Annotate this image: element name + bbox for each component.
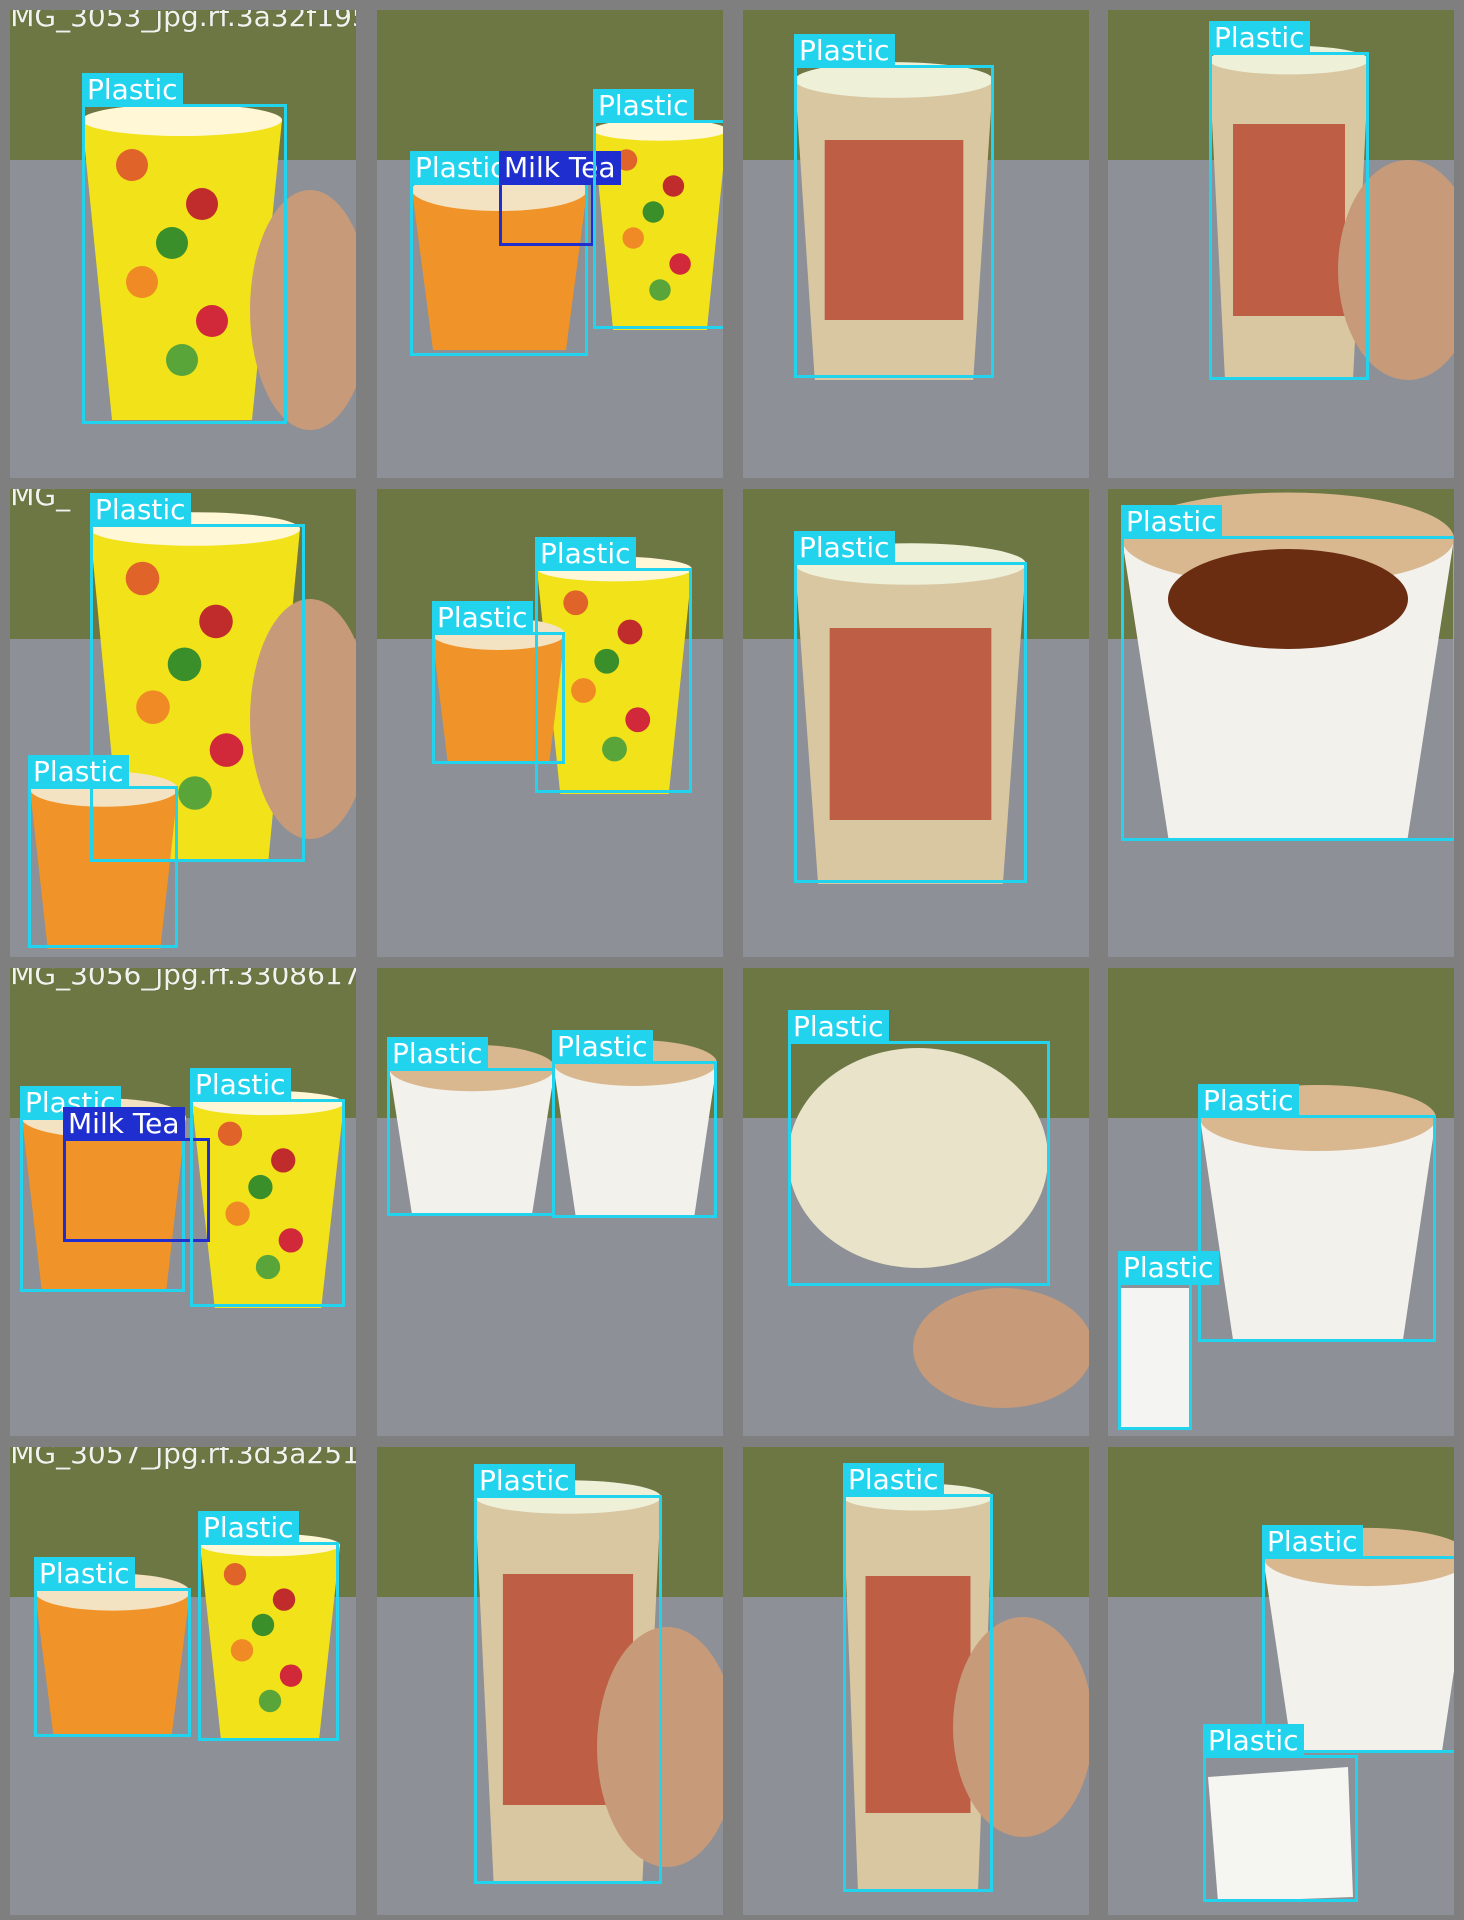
detection-label: Plastic <box>535 537 636 571</box>
detection-label: Plastic <box>474 1464 575 1498</box>
image-tile[interactable]: Plastic Milk Tea Plastic IMG_3056_jpg.rf.33… <box>10 968 356 1436</box>
detection-box: Milk Tea <box>63 1107 210 1242</box>
image-tile[interactable]: Plastic Milk Tea Plastic <box>377 10 723 478</box>
detection-grid: Plastic IMG_3053_jpg.rf.3a32f195b74873658… <box>0 0 1464 1920</box>
image-filename: IMG_3053_jpg.rf.3a32f195b74873658065920b… <box>10 10 356 33</box>
detection-label: Plastic <box>387 1037 488 1071</box>
detection-label: Plastic <box>1262 1525 1363 1559</box>
detection-box: Plastic <box>794 531 1027 883</box>
detection-label: Plastic <box>1121 505 1222 539</box>
detection-box: Plastic <box>1209 21 1369 380</box>
detection-box: Plastic <box>1203 1724 1358 1902</box>
detection-box: Plastic <box>788 1010 1050 1286</box>
detection-label: Plastic <box>1209 21 1310 55</box>
detection-box: Plastic <box>1198 1084 1436 1342</box>
detection-label: Plastic <box>28 755 129 789</box>
detection-box: Plastic <box>34 1557 191 1737</box>
detection-label: Milk Tea <box>63 1107 185 1141</box>
detection-box: Plastic <box>535 537 692 793</box>
image-tile[interactable]: Plastic <box>743 968 1089 1436</box>
detection-label: Plastic <box>34 1557 135 1591</box>
detection-label: Plastic <box>1118 1251 1219 1285</box>
image-tile[interactable]: Plastic <box>1108 10 1454 478</box>
image-tile[interactable]: Plastic Plastic <box>1108 1447 1454 1915</box>
image-tile[interactable]: Plastic Plastic <box>377 489 723 957</box>
detection-box: Plastic <box>198 1511 339 1741</box>
detection-label: Plastic <box>190 1068 291 1102</box>
image-tile[interactable]: Plastic <box>1108 489 1454 957</box>
image-filename: IMG_ <box>10 489 71 512</box>
detection-box: Milk Tea <box>499 151 621 246</box>
detection-box: Plastic <box>552 1030 717 1218</box>
detection-box: Plastic <box>28 755 178 948</box>
detection-label: Plastic <box>90 493 191 527</box>
image-tile[interactable]: Plastic <box>377 1447 723 1915</box>
image-tile[interactable]: Plastic <box>743 1447 1089 1915</box>
detection-box: Plastic <box>794 34 994 378</box>
image-tile[interactable]: Plastic Plastic IMG_ <box>10 489 356 957</box>
detection-label: Plastic <box>82 73 183 107</box>
detection-box: Plastic <box>1118 1251 1219 1430</box>
detection-label: Plastic <box>410 151 511 185</box>
detection-label: Plastic <box>593 89 694 123</box>
detection-label: Plastic <box>432 601 533 635</box>
detection-box: Plastic <box>474 1464 662 1884</box>
image-tile[interactable]: Plastic Plastic <box>1108 968 1454 1436</box>
detection-label: Plastic <box>794 34 895 68</box>
image-tile[interactable]: Plastic Plastic <box>377 968 723 1436</box>
detection-label: Plastic <box>843 1463 944 1497</box>
image-tile[interactable]: Plastic <box>743 10 1089 478</box>
detection-box: Plastic <box>190 1068 345 1307</box>
detection-box: Plastic <box>1121 505 1454 841</box>
detection-label: Plastic <box>788 1010 889 1044</box>
detection-label: Plastic <box>552 1030 653 1064</box>
detection-box: Plastic <box>82 73 287 424</box>
detection-label: Plastic <box>198 1511 299 1545</box>
image-filename: IMG_3057_jpg.rf.3d3a251e8b9f5a3c9f3cb0de… <box>10 1447 356 1470</box>
detection-box: Plastic <box>593 89 723 329</box>
detection-label: Plastic <box>1198 1084 1299 1118</box>
image-tile[interactable]: Plastic <box>743 489 1089 957</box>
detection-label: Plastic <box>1203 1724 1304 1758</box>
detection-label: Plastic <box>794 531 895 565</box>
image-tile[interactable]: Plastic IMG_3053_jpg.rf.3a32f195b74873658… <box>10 10 356 478</box>
detection-box: Plastic <box>843 1463 993 1892</box>
detection-box: Plastic <box>387 1037 555 1216</box>
image-tile[interactable]: Plastic Plastic IMG_3057_jpg.rf.3d3a251e8b… <box>10 1447 356 1915</box>
image-filename: IMG_3056_jpg.rf.330861775c9d0284f3f5f2d9… <box>10 968 356 991</box>
